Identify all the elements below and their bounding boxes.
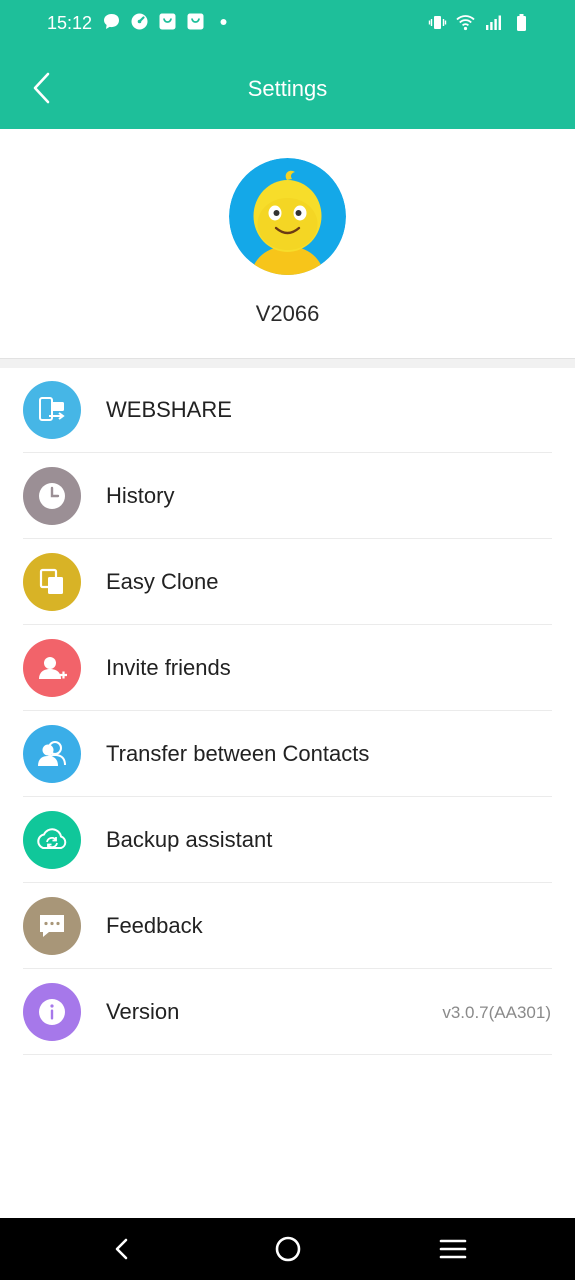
- menu-item-transfer-contacts[interactable]: Transfer between Contacts: [0, 711, 575, 797]
- status-time: 15:12: [47, 13, 93, 33]
- settings-menu: WEBSHARE History Easy Clone Invite frien…: [0, 367, 575, 1055]
- system-nav-bar: [0, 1218, 575, 1280]
- message-icon: [23, 897, 81, 955]
- cloud-sync-icon: [23, 811, 81, 869]
- menu-item-label: Version: [106, 999, 180, 1024]
- app-bar: Settings: [0, 48, 575, 129]
- menu-item-label: Backup assistant: [106, 827, 273, 852]
- status-bar: 15:12: [0, 0, 575, 48]
- avatar[interactable]: [229, 158, 346, 275]
- menu-item-label: Transfer between Contacts: [106, 741, 370, 766]
- wifi-icon: [456, 13, 475, 32]
- menu-item-label: Invite friends: [106, 655, 231, 680]
- chat-icon: [102, 12, 121, 31]
- webshare-icon: [23, 381, 81, 439]
- menu-item-label: Easy Clone: [106, 569, 219, 594]
- system-icons: [428, 13, 531, 32]
- notification-icons: [102, 12, 233, 31]
- menu-item-webshare[interactable]: WEBSHARE: [0, 367, 575, 453]
- clock-icon: [23, 467, 81, 525]
- menu-item-feedback[interactable]: Feedback: [0, 883, 575, 969]
- nav-home-button[interactable]: [268, 1229, 308, 1269]
- contacts-icon: [23, 725, 81, 783]
- signal-icon: [484, 13, 503, 32]
- profile-section: V2066: [0, 129, 575, 358]
- menu-item-history[interactable]: History: [0, 453, 575, 539]
- vibrate-icon: [428, 13, 447, 32]
- menu-item-invite-friends[interactable]: Invite friends: [0, 625, 575, 711]
- menu-item-backup-assistant[interactable]: Backup assistant: [0, 797, 575, 883]
- nav-back-button[interactable]: [102, 1229, 142, 1269]
- clone-icon: [23, 553, 81, 611]
- menu-item-label: Feedback: [106, 913, 203, 938]
- speedometer-icon: [130, 12, 149, 31]
- duck-avatar-icon: [229, 158, 346, 275]
- add-user-icon: [23, 639, 81, 697]
- back-triangle-icon: [115, 1238, 128, 1260]
- page-title: Settings: [247, 76, 328, 101]
- dot-icon: [214, 12, 233, 31]
- menu-item-version[interactable]: Version v3.0.7(AA301): [0, 969, 575, 1055]
- menu-lines-icon: [439, 1239, 467, 1259]
- menu-item-easy-clone[interactable]: Easy Clone: [0, 539, 575, 625]
- shopping-bag-icon: [186, 12, 205, 31]
- home-circle-icon: [275, 1236, 301, 1262]
- menu-item-label: History: [106, 483, 175, 508]
- shopping-bag-icon: [158, 12, 177, 31]
- battery-icon: [512, 13, 531, 32]
- version-value: v3.0.7(AA301): [442, 1003, 551, 1022]
- info-icon: [23, 983, 81, 1041]
- device-name: V2066: [255, 301, 320, 326]
- nav-menu-button[interactable]: [433, 1229, 473, 1269]
- menu-item-label: WEBSHARE: [106, 397, 232, 422]
